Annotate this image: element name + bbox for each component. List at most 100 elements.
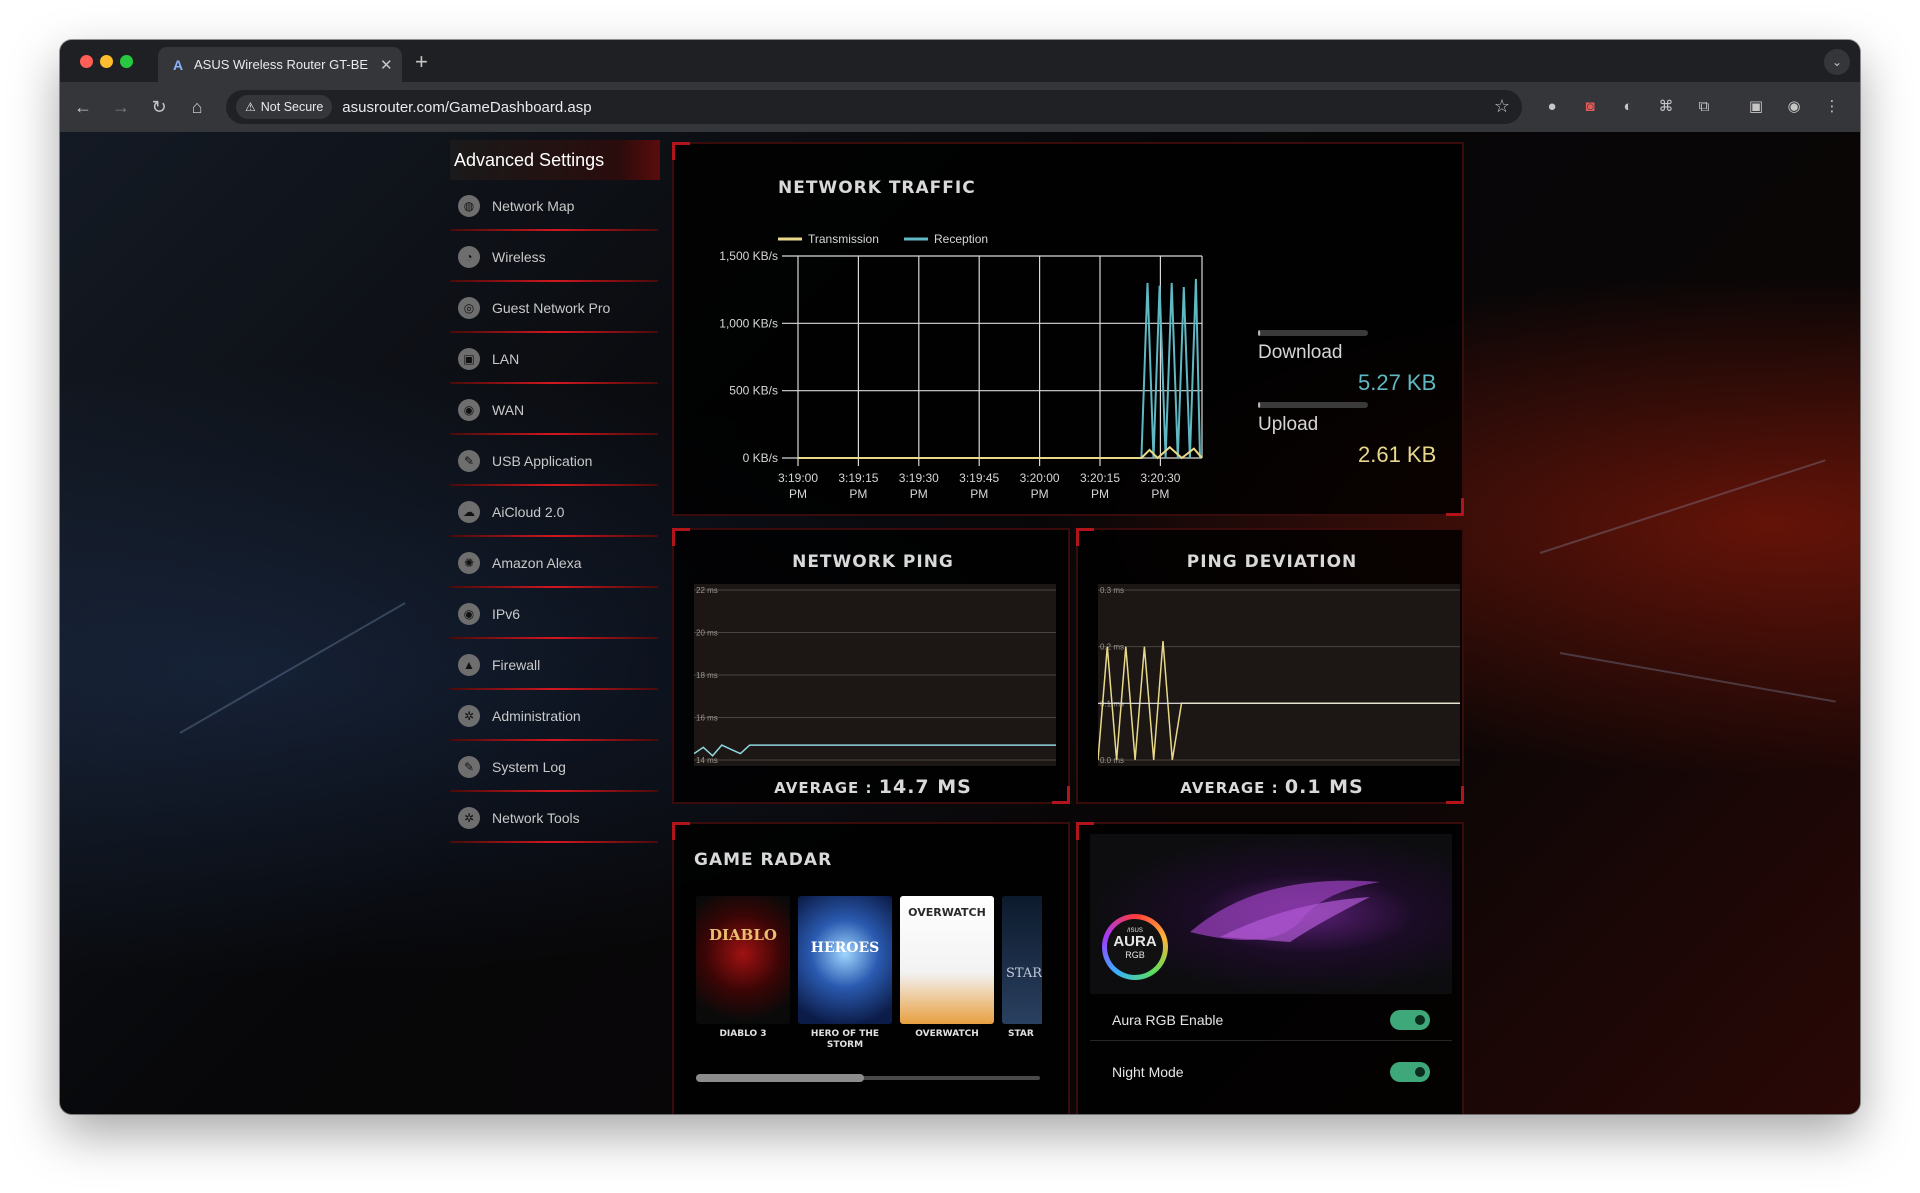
- sidebar-item-lan[interactable]: ▣ LAN: [450, 333, 660, 384]
- sidebar-item-network-tools[interactable]: ✲ Network Tools: [450, 792, 660, 843]
- game-radar-scrollbar[interactable]: [696, 1074, 1040, 1082]
- game-label: HERO OF THE STORM: [810, 1029, 880, 1050]
- x-tick-label-ampm: PM: [910, 487, 928, 501]
- close-window-button[interactable]: [80, 55, 93, 68]
- y-tick-label: 16 ms: [696, 714, 718, 723]
- sidebar-item-label: AiCloud 2.0: [492, 503, 565, 520]
- aura-logo-main: AURA: [1113, 933, 1157, 950]
- wireless-icon: ◔: [458, 245, 480, 268]
- sidebar-item-guest-network-pro[interactable]: ◎ Guest Network Pro: [450, 282, 660, 333]
- panel-corner: [672, 528, 690, 546]
- lan-icon: ▣: [458, 347, 480, 370]
- y-tick-label: 22 ms: [696, 586, 718, 595]
- upload-label: Upload: [1258, 414, 1319, 435]
- x-tick-label-ampm: PM: [1091, 487, 1109, 501]
- aura-enable-toggle[interactable]: [1390, 1010, 1430, 1030]
- sidebar-item-label: Amazon Alexa: [492, 554, 582, 571]
- home-button[interactable]: ⌂: [184, 94, 210, 120]
- sidebar-item-usb-application[interactable]: ✎ USB Application: [450, 435, 660, 486]
- network-traffic-panel: NETWORK TRAFFIC Transmission Reception 0 K…: [672, 142, 1464, 516]
- aura-rgb-logo: /ISUS AURA RGB: [1102, 914, 1168, 980]
- sidebar-item-label: Firewall: [492, 656, 541, 673]
- extension-badge-icon[interactable]: ●: [1540, 95, 1564, 119]
- x-tick-label-ampm: PM: [970, 487, 988, 501]
- sidebar-item-label: Network Map: [492, 197, 575, 214]
- reload-button[interactable]: ↻: [146, 94, 172, 120]
- y-tick-label: 14 ms: [696, 756, 718, 765]
- game-card-overwatch[interactable]: OVERWATCH OVERWATCH: [900, 896, 994, 1040]
- ping-deviation-panel: PING DEVIATION 0.0 ms 0.1 ms 0.2 ms 0.3 ms …: [1076, 528, 1464, 804]
- x-tick-label-time: 3:20:15: [1080, 471, 1120, 485]
- download-level-bar-fill: [1258, 330, 1261, 336]
- rog-eye-icon: [1190, 880, 1380, 942]
- sidebar-item-administration[interactable]: ✲ Administration: [450, 690, 660, 741]
- extensions-puzzle-icon[interactable]: ⧉: [1692, 95, 1716, 119]
- wan-globe-icon: ◉: [458, 398, 480, 421]
- x-tick-label-time: 3:19:45: [959, 471, 999, 485]
- usb-icon: ✎: [458, 449, 480, 472]
- guest-network-icon: ◎: [458, 296, 480, 319]
- x-tick-label-ampm: PM: [1151, 487, 1169, 501]
- url-text[interactable]: asusrouter.com/GameDashboard.asp: [342, 99, 591, 116]
- tab-title: ASUS Wireless Router GT-BE: [194, 57, 369, 72]
- log-icon: ✎: [458, 755, 480, 778]
- profile-avatar[interactable]: ◉: [1782, 95, 1806, 119]
- sidebar-item-wan[interactable]: ◉ WAN: [450, 384, 660, 435]
- sidebar-item-label: USB Application: [492, 452, 593, 469]
- security-label: Not Secure: [260, 100, 324, 114]
- back-button[interactable]: ←: [70, 94, 96, 120]
- deviation-average-label: AVERAGE :: [1180, 779, 1279, 797]
- bookmark-star-icon[interactable]: ☆: [1494, 96, 1510, 117]
- side-panel-icon[interactable]: ▣: [1744, 95, 1768, 119]
- background-streak: [1559, 652, 1836, 703]
- extension-globe-icon[interactable]: ◐: [1616, 95, 1640, 119]
- game-card-diablo[interactable]: DIABLO DIABLO 3: [696, 896, 790, 1040]
- security-chip[interactable]: ⚠ Not Secure: [236, 95, 333, 119]
- background-streak: [1539, 459, 1826, 554]
- sidebar-item-label: IPv6: [492, 605, 521, 622]
- sidebar-item-network-map[interactable]: ◍ Network Map: [450, 180, 660, 231]
- sidebar-item-system-log[interactable]: ✎ System Log: [450, 741, 660, 792]
- game-radar-panel: GAME RADAR DIABLO DIABLO 3 HEROES HERO O…: [672, 822, 1070, 1114]
- extension-translate-icon[interactable]: ⌘: [1654, 95, 1678, 119]
- browser-menu-icon[interactable]: ⋮: [1820, 95, 1844, 119]
- sidebar-item-amazon-alexa[interactable]: ✺ Amazon Alexa: [450, 537, 660, 588]
- sidebar-item-firewall[interactable]: ▲ Firewall: [450, 639, 660, 690]
- sidebar-item-label: Network Tools: [492, 809, 580, 826]
- sidebar-title: Advanced Settings: [450, 140, 660, 180]
- sidebar-item-ipv6[interactable]: ◉ IPv6: [450, 588, 660, 639]
- maximize-window-button[interactable]: [120, 55, 133, 68]
- game-card-starcraft[interactable]: STAR STAR: [1002, 896, 1042, 1040]
- starcraft-cover: STAR: [1002, 896, 1042, 1024]
- close-tab-icon[interactable]: ✕: [380, 56, 393, 74]
- ping-deviation-chart: 0.0 ms0.1 ms0.2 ms0.3 ms: [1098, 584, 1460, 766]
- x-tick-label-ampm: PM: [1031, 487, 1049, 501]
- x-tick-label-time: 3:20:30: [1140, 471, 1180, 485]
- y-tick-label: 1,500 KB/s: [719, 249, 778, 263]
- sidebar-item-wireless[interactable]: ◔ Wireless: [450, 231, 660, 282]
- pocket-icon[interactable]: ◙: [1578, 95, 1602, 119]
- tab-search-chevron-icon[interactable]: ⌄: [1824, 49, 1850, 75]
- upload-value: 2.61 KB: [1358, 442, 1437, 467]
- background-streak: [179, 602, 406, 734]
- tab-strip: A ASUS Wireless Router GT-BE ✕ + ⌄: [60, 40, 1860, 82]
- y-tick-label: 0.0 ms: [1100, 756, 1124, 765]
- advanced-settings-sidebar: Advanced Settings ◍ Network Map ◔ Wirele…: [450, 140, 660, 843]
- address-bar[interactable]: ⚠ Not Secure asusrouter.com/GameDashboar…: [226, 90, 1522, 124]
- ping-average-value: 14.7 MS: [878, 776, 972, 798]
- router-dashboard-page: Advanced Settings ◍ Network Map ◔ Wirele…: [60, 132, 1860, 1114]
- game-card-heroes[interactable]: HEROES HERO OF THE STORM: [798, 896, 892, 1051]
- new-tab-button[interactable]: +: [415, 49, 428, 75]
- x-tick-label-ampm: PM: [789, 487, 807, 501]
- diablo-cover: DIABLO: [696, 896, 790, 1024]
- ping-average: AVERAGE : 14.7 MS: [674, 776, 1072, 798]
- forward-button[interactable]: →: [108, 94, 134, 120]
- sidebar-item-label: LAN: [492, 350, 520, 367]
- scrollbar-thumb[interactable]: [696, 1074, 864, 1082]
- sidebar-item-aicloud[interactable]: ☁ AiCloud 2.0: [450, 486, 660, 537]
- night-mode-toggle[interactable]: [1390, 1062, 1430, 1082]
- sidebar-item-label: System Log: [492, 758, 566, 775]
- game-list[interactable]: DIABLO DIABLO 3 HEROES HERO OF THE STORM…: [696, 896, 1042, 1056]
- minimize-window-button[interactable]: [100, 55, 113, 68]
- browser-tab[interactable]: A ASUS Wireless Router GT-BE ✕: [158, 47, 402, 82]
